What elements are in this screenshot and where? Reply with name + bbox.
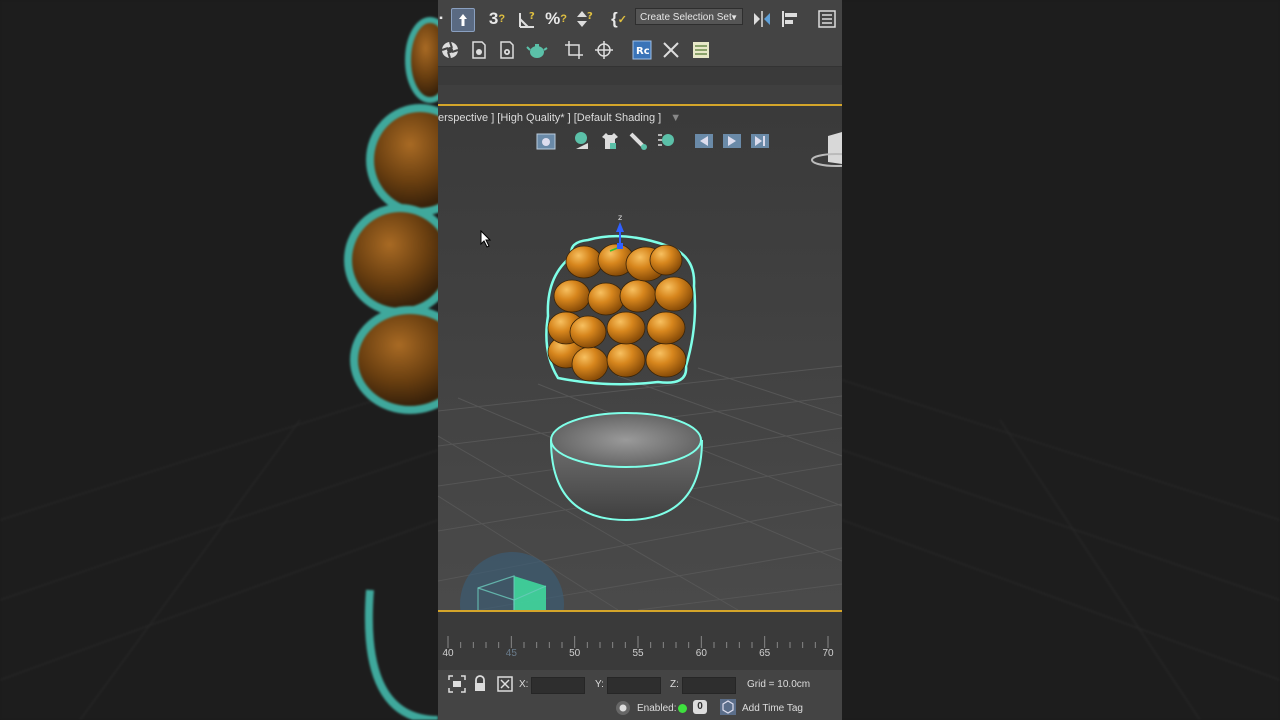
toolbar-grip-icon: ▪ xyxy=(439,12,443,24)
keyboard-shortcut-icon[interactable] xyxy=(615,700,631,716)
secondary-toolbar: Rc xyxy=(438,36,842,66)
viewcube[interactable] xyxy=(811,132,842,167)
enabled-count-badge[interactable]: 0 xyxy=(693,700,707,714)
timeline-frame-label: 50 xyxy=(569,648,581,659)
enabled-status-dot[interactable] xyxy=(678,704,687,713)
mirror-icon[interactable] xyxy=(751,8,773,30)
mouse-cursor-icon xyxy=(480,230,492,248)
z-coord-label: Z: xyxy=(670,679,679,690)
add-time-tag-button[interactable]: Add Time Tag xyxy=(742,703,803,714)
enabled-label: Enabled: xyxy=(637,703,677,714)
time-tag-icon[interactable] xyxy=(720,699,736,715)
svg-text:Rc: Rc xyxy=(636,46,650,57)
select-object-icon[interactable] xyxy=(451,8,475,32)
perspective-viewport[interactable]: erspective ] [High Quality* ] [Default S… xyxy=(438,104,842,612)
render-frame-icon[interactable] xyxy=(468,39,490,61)
create-selection-set-dropdown[interactable]: Create Selection Set ▼ xyxy=(635,8,743,25)
svg-text:?: ? xyxy=(529,11,535,22)
timeline-frame-label: 55 xyxy=(632,648,644,659)
svg-text:?: ? xyxy=(587,11,593,22)
railclone-icon[interactable]: Rc xyxy=(631,39,653,61)
layer-list-icon[interactable] xyxy=(690,39,712,61)
snap-3d-icon[interactable]: 3? xyxy=(486,8,508,30)
timeline-frame-label: 60 xyxy=(695,648,707,659)
scene-explorer-icon[interactable] xyxy=(816,8,838,30)
x-coord-field[interactable] xyxy=(531,677,585,694)
percent-snap-icon[interactable]: %? xyxy=(545,8,567,30)
y-coord-label: Y: xyxy=(595,679,604,690)
viewport-scene: z xyxy=(438,132,842,610)
render-setup-icon[interactable] xyxy=(439,39,461,61)
timeline-track[interactable]: 40 45 50 55 60 65 70 xyxy=(438,612,842,670)
bowl-object[interactable] xyxy=(550,412,703,522)
align-icon[interactable] xyxy=(779,8,801,30)
tools-icon[interactable] xyxy=(660,39,682,61)
spinner-snap-icon[interactable]: ? xyxy=(574,8,596,30)
main-toolbar: ▪ 3? ? %? ? {✓ Create Selection Set ▼ xyxy=(438,0,842,37)
render-teapot-icon[interactable] xyxy=(526,39,548,61)
timeline-frame-label: 40 xyxy=(442,648,454,659)
z-coord-field[interactable] xyxy=(682,677,736,694)
render-production-icon[interactable] xyxy=(496,39,518,61)
create-selection-set-label: Create Selection Set xyxy=(640,12,732,23)
chevron-down-icon: ▼ xyxy=(730,13,738,22)
status-bar: X: Y: Z: Grid = 10.0cm Enabled: 0 Add Ti… xyxy=(438,670,842,720)
absolute-mode-icon[interactable] xyxy=(497,676,513,692)
y-coord-field[interactable] xyxy=(607,677,661,694)
crosshair-icon[interactable] xyxy=(593,39,615,61)
lock-selection-icon[interactable] xyxy=(473,675,487,693)
gizmo-z-label: z xyxy=(618,213,622,222)
x-coord-label: X: xyxy=(519,679,529,690)
isolate-selection-icon[interactable] xyxy=(448,675,466,693)
grid-size-readout: Grid = 10.0cm xyxy=(747,679,811,690)
fruit-spheres[interactable] xyxy=(547,243,694,382)
max-application: ▪ 3? ? %? ? {✓ Create Selection Set ▼ Rc… xyxy=(438,0,842,720)
ribbon-strip xyxy=(438,66,842,86)
timeline-frame-label: 70 xyxy=(822,648,834,659)
timeline-frame-label: 45 xyxy=(505,648,517,659)
crop-icon[interactable] xyxy=(563,39,585,61)
channel-logo xyxy=(460,552,564,610)
edit-named-selection-icon[interactable]: {✓ xyxy=(608,8,630,30)
angle-snap-icon[interactable]: ? xyxy=(516,8,538,30)
ribbon-strip-lower xyxy=(438,85,842,103)
timeline-frame-label: 65 xyxy=(759,648,771,659)
